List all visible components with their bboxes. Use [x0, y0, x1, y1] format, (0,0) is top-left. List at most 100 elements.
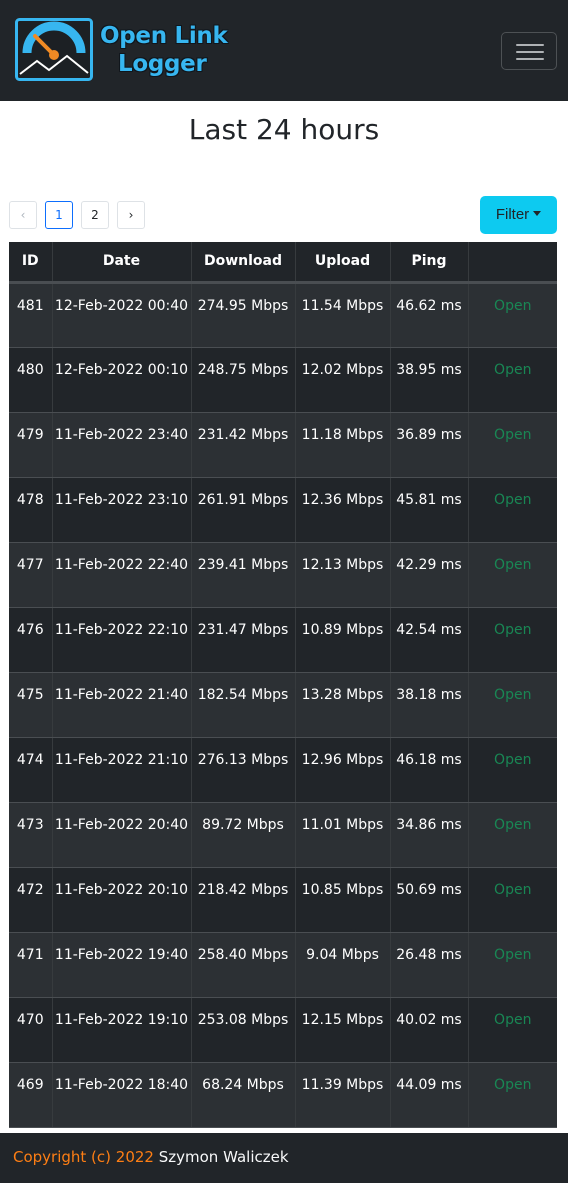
table-row: 473 11-Feb-2022 20:40 89.72 Mbps 11.01 M… [9, 802, 557, 868]
column-header-download: Download [191, 242, 296, 284]
open-link[interactable]: Open [468, 737, 557, 803]
cell-date: 11-Feb-2022 21:10 [52, 737, 192, 803]
cell-ping: 38.95 ms [390, 347, 469, 413]
cell-upload: 13.28 Mbps [295, 672, 391, 738]
cell-ping: 40.02 ms [390, 997, 469, 1063]
hamburger-icon [516, 44, 544, 46]
open-link[interactable]: Open [468, 672, 557, 738]
table-row: 479 11-Feb-2022 23:40 231.42 Mbps 11.18 … [9, 412, 557, 478]
author-name: Szymon Waliczek [158, 1148, 289, 1166]
table-row: 474 11-Feb-2022 21:10 276.13 Mbps 12.96 … [9, 737, 557, 803]
open-link[interactable]: Open [468, 867, 557, 933]
cell-upload: 11.54 Mbps [295, 282, 391, 348]
cell-upload: 12.13 Mbps [295, 542, 391, 608]
open-link[interactable]: Open [468, 997, 557, 1063]
cell-download: 261.91 Mbps [191, 477, 296, 543]
caret-down-icon [533, 211, 542, 216]
cell-date: 12-Feb-2022 00:10 [52, 347, 192, 413]
hamburger-icon [516, 58, 544, 60]
table-row: 477 11-Feb-2022 22:40 239.41 Mbps 12.13 … [9, 542, 557, 608]
page-2-button[interactable]: 2 [81, 201, 109, 229]
cell-download: 253.08 Mbps [191, 997, 296, 1063]
table-row: 478 11-Feb-2022 23:10 261.91 Mbps 12.36 … [9, 477, 557, 543]
cell-ping: 45.81 ms [390, 477, 469, 543]
cell-id: 470 [9, 997, 53, 1063]
cell-date: 11-Feb-2022 20:40 [52, 802, 192, 868]
cell-id: 474 [9, 737, 53, 803]
cell-ping: 46.18 ms [390, 737, 469, 803]
cell-id: 469 [9, 1062, 53, 1128]
brand-line-1: Open Link [100, 23, 228, 49]
cell-download: 276.13 Mbps [191, 737, 296, 803]
cell-ping: 42.54 ms [390, 607, 469, 673]
open-link[interactable]: Open [468, 412, 557, 478]
cell-id: 478 [9, 477, 53, 543]
page-1-button[interactable]: 1 [45, 201, 73, 229]
table-row: 475 11-Feb-2022 21:40 182.54 Mbps 13.28 … [9, 672, 557, 738]
cell-upload: 11.39 Mbps [295, 1062, 391, 1128]
cell-date: 11-Feb-2022 19:40 [52, 932, 192, 998]
cell-ping: 44.09 ms [390, 1062, 469, 1128]
table-header-row: ID Date Download Upload Ping [9, 242, 557, 284]
filter-dropdown-button[interactable]: Filter [480, 196, 557, 234]
cell-download: 89.72 Mbps [191, 802, 296, 868]
cell-date: 11-Feb-2022 18:40 [52, 1062, 192, 1128]
cell-download: 274.95 Mbps [191, 282, 296, 348]
open-link[interactable]: Open [468, 282, 557, 348]
cell-download: 68.24 Mbps [191, 1062, 296, 1128]
open-link[interactable]: Open [468, 932, 557, 998]
cell-id: 473 [9, 802, 53, 868]
cell-id: 472 [9, 867, 53, 933]
cell-ping: 34.86 ms [390, 802, 469, 868]
cell-date: 11-Feb-2022 22:40 [52, 542, 192, 608]
table-row: 471 11-Feb-2022 19:40 258.40 Mbps 9.04 M… [9, 932, 557, 998]
hamburger-icon [516, 51, 544, 53]
cell-upload: 12.96 Mbps [295, 737, 391, 803]
cell-date: 11-Feb-2022 21:40 [52, 672, 192, 738]
cell-id: 480 [9, 347, 53, 413]
cell-id: 479 [9, 412, 53, 478]
cell-download: 231.47 Mbps [191, 607, 296, 673]
cell-id: 476 [9, 607, 53, 673]
table-row: 470 11-Feb-2022 19:10 253.08 Mbps 12.15 … [9, 997, 557, 1063]
cell-date: 11-Feb-2022 19:10 [52, 997, 192, 1063]
next-page-button[interactable]: › [117, 201, 145, 229]
speedometer-logo-icon [15, 18, 93, 81]
cell-id: 471 [9, 932, 53, 998]
cell-id: 475 [9, 672, 53, 738]
column-header-id: ID [9, 242, 53, 284]
table-row: 469 11-Feb-2022 18:40 68.24 Mbps 11.39 M… [9, 1062, 557, 1128]
cell-id: 477 [9, 542, 53, 608]
cell-ping: 26.48 ms [390, 932, 469, 998]
cell-download: 182.54 Mbps [191, 672, 296, 738]
brand-text: Open Link Logger [98, 22, 228, 78]
open-link[interactable]: Open [468, 1062, 557, 1128]
cell-ping: 36.89 ms [390, 412, 469, 478]
cell-upload: 10.89 Mbps [295, 607, 391, 673]
cell-upload: 12.02 Mbps [295, 347, 391, 413]
open-link[interactable]: Open [468, 542, 557, 608]
filter-label: Filter [495, 206, 530, 223]
cell-download: 231.42 Mbps [191, 412, 296, 478]
cell-ping: 46.62 ms [390, 282, 469, 348]
previous-page-button[interactable]: ‹ [9, 201, 37, 229]
navbar: Open Link Logger [0, 0, 568, 101]
brand-line-2: Logger [118, 51, 207, 77]
column-header-upload: Upload [295, 242, 391, 284]
cell-ping: 42.29 ms [390, 542, 469, 608]
cell-date: 11-Feb-2022 22:10 [52, 607, 192, 673]
menu-toggle-button[interactable] [501, 32, 557, 70]
cell-date: 11-Feb-2022 20:10 [52, 867, 192, 933]
table-row: 476 11-Feb-2022 22:10 231.47 Mbps 10.89 … [9, 607, 557, 673]
table-row: 472 11-Feb-2022 20:10 218.42 Mbps 10.85 … [9, 867, 557, 933]
open-link[interactable]: Open [468, 802, 557, 868]
column-header-ping: Ping [390, 242, 469, 284]
cell-upload: 9.04 Mbps [295, 932, 391, 998]
table-row: 481 12-Feb-2022 00:40 274.95 Mbps 11.54 … [9, 282, 557, 348]
open-link[interactable]: Open [468, 477, 557, 543]
open-link[interactable]: Open [468, 347, 557, 413]
cell-date: 11-Feb-2022 23:40 [52, 412, 192, 478]
open-link[interactable]: Open [468, 607, 557, 673]
cell-ping: 38.18 ms [390, 672, 469, 738]
page-title: Last 24 hours [188, 113, 380, 146]
